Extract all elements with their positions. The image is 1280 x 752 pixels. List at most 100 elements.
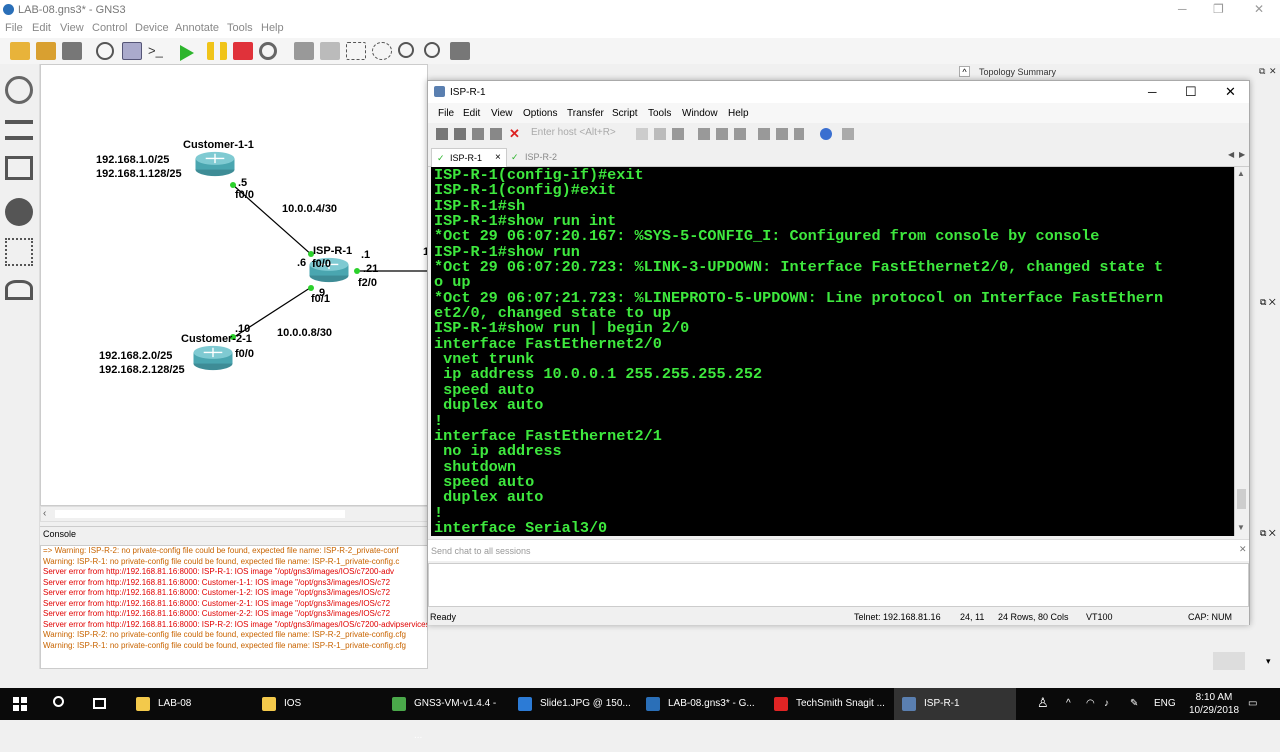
- node-label-customer11[interactable]: Customer-1-1: [183, 139, 254, 151]
- taskbar-item[interactable]: TechSmith Snagit ...: [766, 688, 888, 720]
- tab-scroll-left-icon[interactable]: ◀: [1228, 150, 1234, 159]
- canvas-horizontal-scrollbar[interactable]: ‹: [40, 506, 428, 522]
- new-project-icon[interactable]: [10, 42, 30, 60]
- tab-isp-r-2[interactable]: ✓ ISP-R-2: [507, 148, 567, 167]
- router-icon[interactable]: [193, 151, 237, 177]
- copy-icon[interactable]: [636, 128, 648, 140]
- menu-annotate[interactable]: Annotate: [175, 22, 219, 34]
- screenshot-icon[interactable]: [450, 42, 470, 60]
- close-icon[interactable]: ✕: [1225, 84, 1236, 100]
- undock-icon[interactable]: ⧉ ✕: [1260, 528, 1276, 539]
- insert-picture-icon[interactable]: [320, 42, 340, 60]
- close-pane-icon[interactable]: ✕: [1269, 66, 1277, 77]
- notifications-icon[interactable]: ▭: [1248, 688, 1268, 720]
- add-note-icon[interactable]: [294, 42, 314, 60]
- scrollbar-thumb[interactable]: [1237, 489, 1246, 509]
- open-project-icon[interactable]: [36, 42, 56, 60]
- search-button[interactable]: [40, 688, 80, 720]
- menu-view[interactable]: View: [491, 108, 513, 119]
- taskbar-item[interactable]: GNS3-VM-v1.4.4 - ...: [384, 688, 506, 741]
- keymap-icon[interactable]: [794, 128, 804, 140]
- start-all-icon[interactable]: [180, 45, 194, 61]
- taskbar-item[interactable]: LAB-08: [128, 688, 250, 720]
- menu-help[interactable]: Help: [728, 108, 749, 119]
- print-selection-icon[interactable]: [734, 128, 746, 140]
- menu-script[interactable]: Script: [612, 108, 638, 119]
- tab-scroll-right-icon[interactable]: ▶: [1239, 150, 1245, 159]
- close-icon[interactable]: ✕: [1254, 2, 1264, 16]
- tray-chevron-icon[interactable]: ^: [1066, 688, 1082, 720]
- end-devices-category-icon[interactable]: [5, 156, 33, 180]
- scroll-up-icon[interactable]: ▲: [1237, 169, 1245, 178]
- terminal-screen[interactable]: ISP-R-1(config-if)#exit ISP-R-1(config)#…: [431, 167, 1234, 536]
- routers-category-icon[interactable]: [5, 76, 33, 104]
- minimize-icon[interactable]: ─: [1148, 85, 1157, 99]
- volume-icon[interactable]: ♪: [1104, 688, 1120, 720]
- language-indicator[interactable]: ENG: [1154, 688, 1178, 720]
- menu-help[interactable]: Help: [261, 22, 284, 34]
- zoom-in-icon[interactable]: [398, 42, 414, 58]
- people-icon[interactable]: ♙: [1034, 688, 1054, 720]
- switches-category-icon[interactable]: [5, 120, 33, 140]
- taskbar-item[interactable]: IOS: [254, 688, 376, 720]
- close-tab-icon[interactable]: ×: [495, 152, 501, 163]
- taskbar-item[interactable]: ISP-R-1: [894, 688, 1016, 720]
- topology-canvas[interactable]: Customer-1-1 192.168.1.0/25 192.168.1.12…: [40, 64, 429, 506]
- host-input[interactable]: Enter host <Alt+R>: [531, 127, 616, 138]
- taskbar-item[interactable]: LAB-08.gns3* - G...: [638, 688, 760, 720]
- tab-isp-r-1[interactable]: ✓ ISP-R-1 ×: [431, 148, 507, 167]
- menu-tools[interactable]: Tools: [648, 108, 671, 119]
- print-icon[interactable]: [698, 128, 710, 140]
- scroll-down-icon[interactable]: ▼: [1237, 523, 1245, 532]
- start-button[interactable]: [0, 688, 40, 720]
- global-options-icon[interactable]: [776, 128, 788, 140]
- menu-tools[interactable]: Tools: [227, 22, 253, 34]
- minimize-icon[interactable]: ─: [1178, 2, 1187, 16]
- maximize-icon[interactable]: ❐: [1213, 2, 1224, 16]
- zoom-out-icon[interactable]: [424, 42, 440, 58]
- network-icon[interactable]: ◠: [1086, 688, 1102, 720]
- undock-icon[interactable]: ⧉: [1259, 66, 1265, 77]
- reconnect-icon[interactable]: [490, 128, 502, 140]
- draw-ellipse-icon[interactable]: [372, 42, 392, 60]
- save-project-icon[interactable]: [62, 42, 82, 60]
- security-devices-category-icon[interactable]: [5, 198, 33, 226]
- quick-connect-icon[interactable]: [454, 128, 466, 140]
- console-all-icon[interactable]: >_: [148, 42, 168, 60]
- menu-control[interactable]: Control: [92, 22, 127, 34]
- menu-file[interactable]: File: [5, 22, 23, 34]
- clock[interactable]: 8:10 AM 10/29/2018: [1186, 688, 1242, 720]
- connect-icon[interactable]: [436, 128, 448, 140]
- menu-window[interactable]: Window: [682, 108, 718, 119]
- all-devices-category-icon[interactable]: [5, 238, 33, 266]
- node-label-customer21[interactable]: Customer-2-1: [181, 333, 252, 345]
- maximize-icon[interactable]: ☐: [1185, 84, 1197, 100]
- show-interface-labels-icon[interactable]: [122, 42, 142, 60]
- terminal-vertical-scrollbar[interactable]: ▲ ▼: [1234, 167, 1248, 536]
- menu-transfer[interactable]: Transfer: [567, 108, 604, 119]
- menu-file[interactable]: File: [438, 108, 454, 119]
- menu-device[interactable]: Device: [135, 22, 169, 34]
- task-view-button[interactable]: [80, 688, 120, 720]
- chat-input[interactable]: [428, 563, 1249, 607]
- session-options-icon[interactable]: [758, 128, 770, 140]
- print-screen-icon[interactable]: [716, 128, 728, 140]
- scrollbar-track[interactable]: [55, 510, 345, 518]
- scroll-up-icon[interactable]: ^: [959, 66, 970, 77]
- menu-options[interactable]: Options: [523, 108, 557, 119]
- menu-view[interactable]: View: [60, 22, 84, 34]
- taskbar-item[interactable]: Slide1.JPG @ 150...: [510, 688, 632, 720]
- input-icon[interactable]: ✎: [1130, 688, 1146, 720]
- scroll-left-icon[interactable]: ‹: [43, 508, 46, 519]
- undock-icon[interactable]: ⧉ ✕: [1260, 297, 1276, 308]
- menu-edit[interactable]: Edit: [32, 22, 51, 34]
- suspend-all-icon[interactable]: [207, 42, 227, 60]
- stop-all-icon[interactable]: [233, 42, 253, 60]
- draw-rectangle-icon[interactable]: [346, 42, 366, 60]
- find-icon[interactable]: [672, 128, 684, 140]
- connect-tab-icon[interactable]: [472, 128, 484, 140]
- suspend-icon[interactable]: [1213, 652, 1245, 670]
- disconnect-icon[interactable]: ✕: [509, 126, 520, 142]
- menu-edit[interactable]: Edit: [463, 108, 480, 119]
- add-link-icon[interactable]: [5, 280, 33, 300]
